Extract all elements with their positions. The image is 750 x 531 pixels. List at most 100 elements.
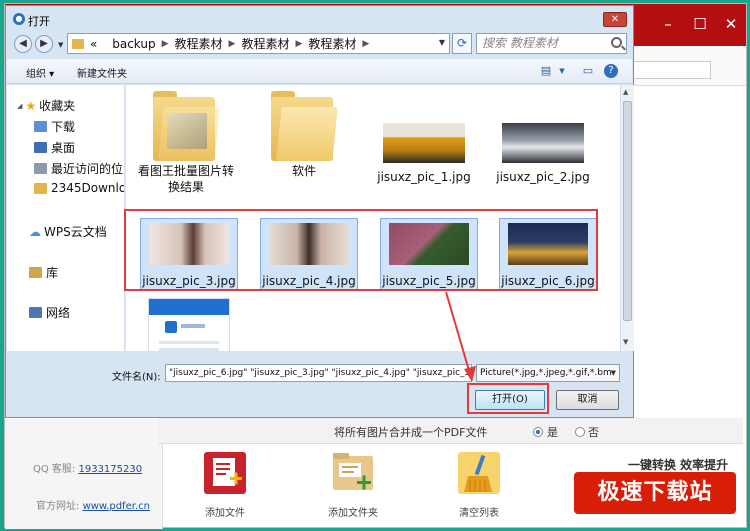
- scrollbar-thumb[interactable]: [623, 101, 632, 321]
- nav-network[interactable]: 网络: [29, 304, 70, 321]
- new-folder-button[interactable]: 新建文件夹: [77, 65, 127, 80]
- chevron-right-icon[interactable]: ▶: [162, 39, 169, 49]
- file-name: 看图王批量图片转换结果: [137, 164, 234, 194]
- app-logo-icon: ●: [13, 13, 25, 25]
- chevron-right-icon: [103, 39, 106, 49]
- file-item[interactable]: jisuxz_pic_1.jpg: [374, 91, 474, 185]
- nav-label: 收藏夹: [39, 99, 76, 113]
- chevron-right-icon[interactable]: ▶: [229, 39, 236, 49]
- clear-list-label: 清空列表: [459, 508, 499, 519]
- file-name: jisuxz_pic_1.jpg: [377, 170, 471, 184]
- address-bar[interactable]: « backup ▶ 教程素材 ▶ 教程素材 ▶ 教程素材 ▶ ▼: [67, 33, 450, 54]
- filename-input[interactable]: "jisuxz_pic_6.jpg" "jisuxz_pic_3.jpg" "j…: [165, 364, 472, 382]
- nav-favorites[interactable]: ◢ ★ 收藏夹: [17, 97, 75, 114]
- chevron-down-icon[interactable]: ▼: [439, 38, 445, 47]
- refresh-icon[interactable]: ⟳: [452, 33, 472, 54]
- nav-wps-cloud[interactable]: ☁ WPS云文档: [29, 223, 107, 240]
- close-icon[interactable]: ✕: [722, 15, 740, 33]
- desktop-icon: [34, 142, 47, 153]
- cancel-button[interactable]: 取消: [556, 390, 619, 410]
- folder-icon: [34, 182, 47, 194]
- nav-label: 桌面: [51, 141, 76, 155]
- merge-yes-radio[interactable]: [533, 427, 543, 437]
- site-link[interactable]: www.pdfer.cn: [83, 501, 150, 512]
- recent-icon: [34, 163, 47, 174]
- clear-list-button[interactable]: 清空列表: [444, 450, 514, 519]
- cloud-icon: ☁: [29, 224, 41, 239]
- image-thumbnail: [148, 298, 230, 351]
- nav-label: 库: [46, 266, 59, 280]
- add-folder-icon: [330, 450, 376, 496]
- nav-label: 网络: [46, 306, 71, 320]
- image-thumbnail: [383, 123, 465, 163]
- nav-recent[interactable]: 最近访问的位置: [34, 160, 124, 177]
- breadcrumb-segment[interactable]: 教程素材: [308, 35, 356, 52]
- file-name: jisuxz_pic_2.jpg: [496, 170, 590, 184]
- back-arrow-icon[interactable]: ◀: [14, 35, 32, 53]
- collapse-arrow-icon[interactable]: ◢: [17, 102, 22, 110]
- download-folder-icon: [34, 121, 47, 132]
- navigation-pane: ◢ ★ 收藏夹 下载 桌面 最近访问的位置 2345Downloads ☁ WP…: [7, 85, 125, 351]
- website: 官方网址: www.pdfer.cn: [36, 497, 150, 512]
- dialog-toolbar: 组织 ▾ 新建文件夹 ▤ ▼ ▭ ?: [7, 59, 632, 84]
- folder-icon: [72, 38, 84, 49]
- organize-button[interactable]: 组织 ▾: [26, 65, 54, 80]
- forward-arrow-icon[interactable]: ▶: [35, 35, 53, 53]
- dialog-close-icon[interactable]: ✕: [603, 12, 627, 27]
- dialog-title: 打开: [28, 15, 50, 28]
- search-input[interactable]: 搜索 教程素材: [476, 33, 627, 54]
- app-field[interactable]: [631, 61, 711, 79]
- nav-label: 下载: [51, 120, 76, 134]
- file-type-select[interactable]: Picture(*.jpg,*.jpeg,*.gif,*.bm ▼: [476, 364, 620, 382]
- watermark-logo: 极速下载站: [574, 472, 736, 514]
- maximize-icon[interactable]: ☐: [691, 15, 709, 33]
- qq-label: QQ 客服:: [33, 464, 76, 475]
- folder-icon: [153, 91, 220, 163]
- qq-link[interactable]: 1933175230: [78, 464, 142, 475]
- folder-item[interactable]: 软件: [254, 91, 354, 179]
- selection-highlight-box: [124, 209, 598, 291]
- history-dropdown-icon[interactable]: ▼: [58, 41, 63, 49]
- merge-yes-label: 是: [547, 426, 558, 439]
- add-file-icon: [202, 450, 248, 496]
- star-icon: ★: [25, 98, 37, 113]
- file-item[interactable]: [146, 298, 232, 351]
- add-file-button[interactable]: 添加文件: [190, 450, 260, 519]
- preview-pane-icon[interactable]: ▭: [580, 64, 596, 78]
- breadcrumb-segment[interactable]: 教程素材: [175, 35, 223, 52]
- slogan: 一键转换 效率提升: [628, 458, 729, 472]
- nav-label: WPS云文档: [44, 225, 107, 239]
- file-item[interactable]: jisuxz_pic_2.jpg: [493, 91, 593, 185]
- nav-label: 最近访问的位置: [51, 162, 124, 176]
- filename-label: 文件名(N):: [112, 372, 161, 383]
- scroll-up-icon[interactable]: ▲: [623, 88, 628, 96]
- file-name: 软件: [291, 164, 316, 178]
- help-icon[interactable]: ?: [604, 64, 618, 78]
- vertical-scrollbar[interactable]: ▲ ▼: [620, 85, 634, 351]
- breadcrumb-backup[interactable]: backup: [112, 37, 155, 51]
- breadcrumb-segment[interactable]: 教程素材: [241, 35, 289, 52]
- nav-2345downloads[interactable]: 2345Downloads: [34, 181, 124, 195]
- minimize-icon[interactable]: –: [659, 15, 677, 33]
- chevron-down-icon[interactable]: ▼: [554, 64, 570, 78]
- nav-library[interactable]: 库: [29, 264, 58, 281]
- site-label: 官方网址:: [36, 501, 80, 512]
- merge-no-label: 否: [588, 426, 599, 439]
- chevron-right-icon[interactable]: ▶: [362, 39, 369, 49]
- add-folder-button[interactable]: 添加文件夹: [318, 450, 388, 519]
- search-placeholder: 搜索 教程素材: [482, 36, 558, 50]
- view-options-icon[interactable]: ▤: [538, 64, 554, 78]
- nav-downloads[interactable]: 下载: [34, 118, 75, 135]
- nav-desktop[interactable]: 桌面: [34, 139, 75, 156]
- folder-item[interactable]: 看图王批量图片转换结果: [136, 91, 236, 195]
- broom-icon: [456, 450, 502, 496]
- merge-no-radio[interactable]: [575, 427, 585, 437]
- image-thumbnail: [502, 123, 584, 163]
- search-icon: [611, 37, 622, 48]
- address-prefix[interactable]: «: [90, 37, 97, 51]
- open-button-highlight-box: [467, 383, 549, 414]
- merge-label: 将所有图片合并成一个PDF文件: [334, 426, 488, 439]
- chevron-right-icon[interactable]: ▶: [295, 39, 302, 49]
- chevron-down-icon: ▼: [610, 369, 616, 377]
- scroll-down-icon[interactable]: ▼: [623, 338, 628, 346]
